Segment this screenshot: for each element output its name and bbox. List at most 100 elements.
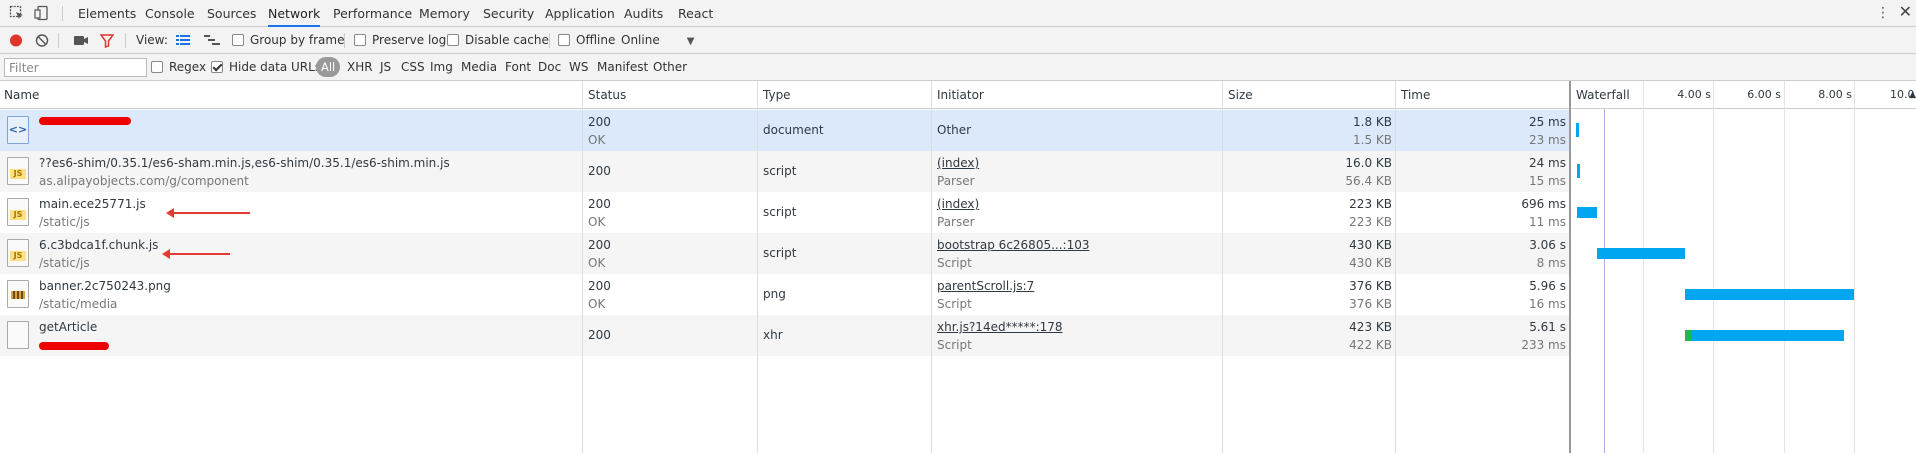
size-cell: 423 KB 422 KB — [1226, 315, 1392, 356]
request-row[interactable]: banner.2c750243.png/static/media 200 OK png… — [0, 274, 1570, 315]
resource-size: 422 KB — [1349, 338, 1392, 352]
request-name: 6.c3bdca1f.chunk.js — [39, 238, 159, 252]
tab-console[interactable]: Console — [145, 0, 195, 27]
tab-memory[interactable]: Memory — [419, 0, 470, 27]
close-devtools-icon[interactable]: ✕ — [1899, 2, 1912, 21]
throttle-value: Online — [621, 33, 660, 47]
regex-checkbox[interactable]: Regex — [151, 54, 206, 81]
status-text: OK — [588, 297, 606, 311]
filter-type-img[interactable]: Img — [430, 54, 453, 81]
filter-type-all[interactable]: All — [316, 54, 341, 81]
column-divider[interactable] — [931, 81, 932, 453]
waterfall-download-bar[interactable] — [1597, 248, 1685, 259]
capture-screenshots-icon[interactable] — [73, 27, 89, 54]
request-name-cell[interactable]: JS main.ece25771.js/static/js — [0, 192, 580, 233]
initiator-link[interactable]: (index) — [937, 156, 979, 170]
type-cell: script — [763, 233, 923, 274]
view-label: View: — [136, 33, 168, 47]
request-name-cell[interactable]: JS ??es6-shim/0.35.1/es6-sham.min.js,es6-… — [0, 151, 580, 192]
filter-type-font[interactable]: Font — [505, 54, 531, 81]
more-options-icon[interactable]: ⋮ — [1876, 5, 1890, 21]
filter-type-js[interactable]: JS — [380, 54, 391, 81]
column-divider[interactable] — [1395, 81, 1396, 453]
tab-react[interactable]: React — [678, 0, 713, 27]
initiator-cell: bootstrap 6c26805...:103 Script — [937, 233, 1217, 274]
filter-type-other[interactable]: Other — [653, 54, 687, 81]
column-header-initiator[interactable]: Initiator — [933, 81, 984, 109]
record-icon[interactable] — [9, 27, 23, 54]
tab-security[interactable]: Security — [483, 0, 534, 27]
column-header-name[interactable]: Name — [0, 81, 39, 109]
latency-time: 23 ms — [1528, 133, 1566, 147]
initiator-text: Other — [937, 123, 972, 137]
filter-icon[interactable] — [99, 27, 115, 54]
time-cell: 3.06 s 8 ms — [1400, 233, 1566, 274]
column-divider[interactable] — [1222, 81, 1223, 453]
waterfall-divider[interactable] — [1569, 81, 1571, 453]
status-code: 200 — [588, 164, 611, 178]
filter-type-doc[interactable]: Doc — [538, 54, 561, 81]
column-header-time[interactable]: Time — [1397, 81, 1430, 109]
sort-ascending-icon[interactable]: ▲ — [1906, 81, 1916, 109]
network-throttle-select[interactable]: Online ▼ — [621, 27, 694, 54]
column-header-size[interactable]: Size — [1224, 81, 1253, 109]
large-request-rows-icon[interactable] — [176, 27, 190, 54]
filter-all-pill: All — [316, 57, 341, 77]
hide-data-urls-checkbox[interactable]: Hide data URLs — [211, 54, 321, 81]
column-divider[interactable] — [582, 81, 583, 453]
waterfall-download-bar[interactable] — [1576, 123, 1579, 137]
filter-type-manifest[interactable]: Manifest — [597, 54, 648, 81]
disable-cache-checkbox[interactable]: Disable cache — [447, 27, 549, 54]
filter-type-css[interactable]: CSS — [401, 54, 425, 81]
inspect-element-icon[interactable] — [9, 5, 25, 21]
tab-application[interactable]: Application — [545, 0, 615, 27]
filter-input[interactable] — [4, 58, 147, 77]
preserve-log-checkbox[interactable]: Preserve log — [354, 27, 446, 54]
request-row[interactable]: JS ??es6-shim/0.35.1/es6-sham.min.js,es6-… — [0, 151, 1570, 192]
initiator-detail: Script — [937, 297, 972, 311]
initiator-detail: Script — [937, 338, 972, 352]
request-row[interactable]: <> 200 OK document Other 1.8 KB 1.5 KB 25 ms 23 … — [0, 110, 1570, 151]
latency-time: 15 ms — [1528, 174, 1566, 188]
request-row[interactable]: getArticle 200 xhr xhr.js?14ed*****:178 Scri… — [0, 315, 1570, 356]
column-header-type[interactable]: Type — [759, 81, 791, 109]
tab-audits[interactable]: Audits — [624, 0, 663, 27]
status-code: 200 — [588, 115, 611, 129]
tab-elements[interactable]: Elements — [78, 0, 136, 27]
overview-waterfall-icon[interactable] — [204, 27, 220, 54]
device-toolbar-icon[interactable] — [34, 5, 50, 21]
request-name-cell[interactable]: banner.2c750243.png/static/media — [0, 274, 580, 315]
request-name-cell[interactable]: getArticle — [0, 315, 580, 356]
time-cell: 24 ms 15 ms — [1400, 151, 1566, 192]
column-header-waterfall[interactable]: Waterfall — [1572, 81, 1630, 109]
column-divider[interactable] — [757, 81, 758, 453]
request-name-cell[interactable]: JS 6.c3bdca1f.chunk.js/static/js — [0, 233, 580, 274]
waterfall-tick-label: 6.00 s — [1747, 88, 1781, 101]
request-row[interactable]: JS 6.c3bdca1f.chunk.js/static/js 200 OK scri… — [0, 233, 1570, 274]
initiator-link[interactable]: (index) — [937, 197, 979, 211]
request-name: getArticle — [39, 320, 98, 334]
request-row[interactable]: JS main.ece25771.js/static/js 200 OK script (… — [0, 192, 1570, 233]
hide-data-urls-label: Hide data URLs — [229, 60, 322, 74]
column-header-status[interactable]: Status — [584, 81, 626, 109]
waterfall-download-bar[interactable] — [1684, 289, 1855, 300]
waterfall-download-bar[interactable] — [1577, 207, 1598, 218]
filter-type-xhr[interactable]: XHR — [347, 54, 373, 81]
waterfall-download-bar[interactable] — [1577, 164, 1581, 178]
offline-checkbox[interactable]: Offline — [558, 27, 615, 54]
tab-performance[interactable]: Performance — [333, 0, 412, 27]
clear-icon[interactable] — [35, 27, 49, 54]
size-cell: 16.0 KB 56.4 KB — [1226, 151, 1392, 192]
filter-type-media[interactable]: Media — [461, 54, 497, 81]
annotation-arrow — [166, 208, 250, 218]
tab-sources[interactable]: Sources — [207, 0, 256, 27]
latency-time: 16 ms — [1528, 297, 1566, 311]
initiator-link[interactable]: xhr.js?14ed*****:178 — [937, 320, 1063, 334]
initiator-link[interactable]: parentScroll.js:7 — [937, 279, 1034, 293]
request-name-cell[interactable]: <> — [0, 110, 580, 151]
filter-type-ws[interactable]: WS — [569, 54, 588, 81]
waterfall-download-bar[interactable] — [1690, 330, 1845, 341]
tab-network[interactable]: Network — [268, 0, 321, 27]
group-by-frame-checkbox[interactable]: Group by frame — [232, 27, 344, 54]
initiator-link[interactable]: bootstrap 6c26805...:103 — [937, 238, 1089, 252]
